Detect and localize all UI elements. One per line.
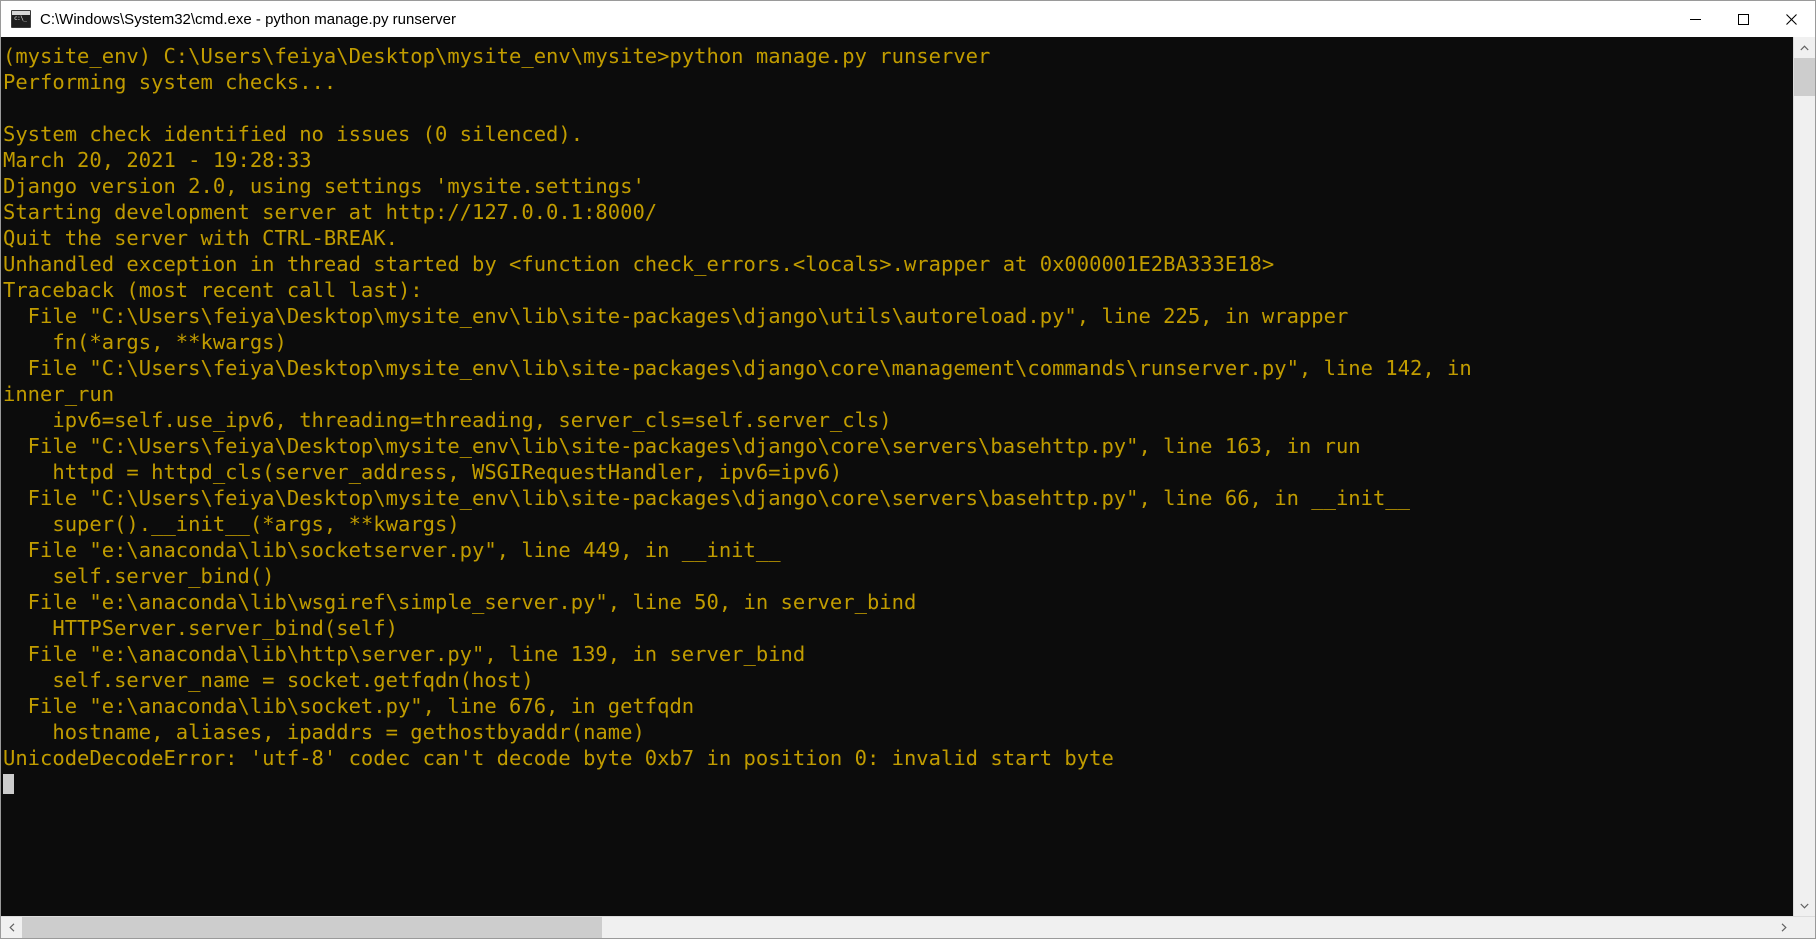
chevron-left-icon (8, 923, 14, 932)
maximize-button[interactable] (1719, 1, 1767, 37)
console-output[interactable]: (mysite_env) C:\Users\feiya\Desktop\mysi… (1, 37, 1793, 916)
close-button[interactable] (1767, 1, 1815, 37)
vertical-scroll-track[interactable] (1794, 58, 1815, 895)
scroll-down-button[interactable] (1794, 895, 1815, 916)
chevron-right-icon (1781, 923, 1787, 932)
vertical-scroll-thumb[interactable] (1794, 58, 1815, 96)
horizontal-scrollbar[interactable] (1, 916, 1815, 938)
minimize-icon (1689, 18, 1701, 20)
scroll-right-button[interactable] (1773, 917, 1794, 938)
scrollbar-corner (1794, 917, 1815, 938)
maximize-icon (1737, 13, 1749, 25)
cmd-console-icon (11, 10, 31, 28)
console-text: (mysite_env) C:\Users\feiya\Desktop\mysi… (3, 43, 1793, 797)
close-icon (1785, 13, 1797, 25)
title-bar-left: C:\Windows\System32\cmd.exe - python man… (1, 10, 456, 28)
horizontal-scroll-track[interactable] (22, 917, 1773, 938)
title-bar[interactable]: C:\Windows\System32\cmd.exe - python man… (1, 1, 1815, 37)
cmd-window: C:\Windows\System32\cmd.exe - python man… (0, 0, 1816, 939)
console-lines: (mysite_env) C:\Users\feiya\Desktop\mysi… (3, 44, 1472, 770)
window-title: C:\Windows\System32\cmd.exe - python man… (40, 10, 457, 28)
console-area: (mysite_env) C:\Users\feiya\Desktop\mysi… (1, 37, 1815, 916)
window-controls (1671, 1, 1815, 37)
scroll-up-button[interactable] (1794, 37, 1815, 58)
horizontal-scroll-thumb[interactable] (22, 917, 602, 938)
chevron-up-icon (1800, 44, 1809, 50)
vertical-scrollbar[interactable] (1793, 37, 1815, 916)
scroll-left-button[interactable] (1, 917, 22, 938)
chevron-down-icon (1800, 903, 1809, 909)
minimize-button[interactable] (1671, 1, 1719, 37)
console-cursor (3, 774, 14, 794)
